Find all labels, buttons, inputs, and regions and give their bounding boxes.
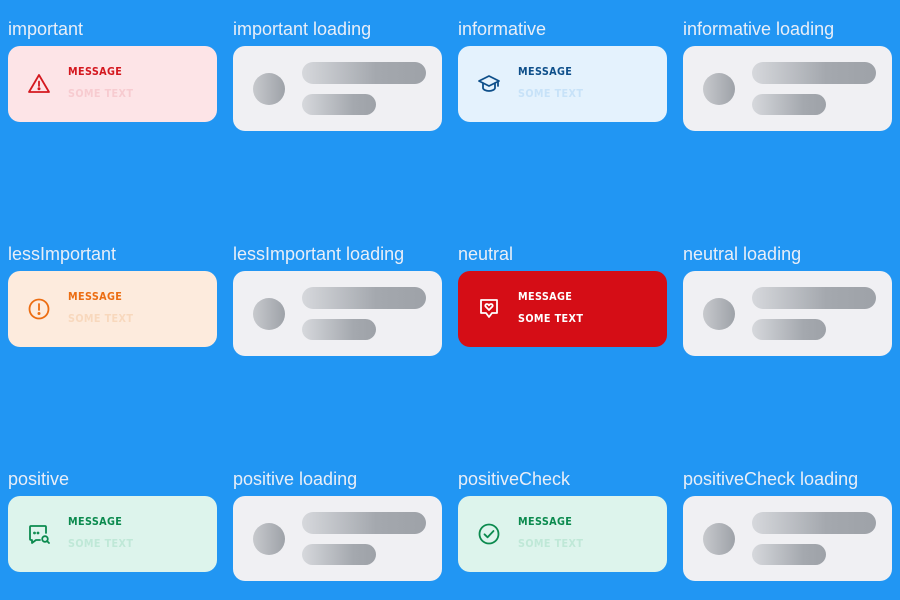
message-label: MESSAGE — [518, 516, 573, 528]
message-text: SOME TEXT — [518, 88, 584, 100]
message-text: SOME TEXT — [518, 313, 584, 325]
skeleton-card — [683, 496, 892, 581]
message-card-informative: MESSAGE SOME TEXT — [458, 46, 667, 122]
skeleton-line-long — [302, 512, 426, 534]
skeleton-line-short — [752, 544, 826, 565]
message-label: MESSAGE — [68, 516, 123, 528]
cell-title: important — [8, 19, 84, 39]
graduation-cap-icon — [477, 72, 501, 96]
message-text: SOME TEXT — [518, 538, 584, 550]
skeleton-line-long — [302, 287, 426, 309]
message-label: MESSAGE — [68, 291, 123, 303]
cell-title: neutral loading — [683, 244, 802, 264]
exclamation-circle-icon — [27, 297, 51, 321]
cell-title: informative loading — [683, 19, 835, 39]
message-label: MESSAGE — [518, 291, 573, 303]
message-card-important: MESSAGE SOME TEXT — [8, 46, 217, 122]
cell-title: positive — [8, 469, 70, 489]
skeleton-avatar — [703, 298, 735, 330]
message-card-less-important: MESSAGE SOME TEXT — [8, 271, 217, 347]
skeleton-line-short — [752, 94, 826, 115]
cell-title: informative — [458, 19, 547, 39]
cell-title: positiveCheck — [458, 469, 571, 489]
heart-shield-icon — [477, 297, 501, 321]
message-text: SOME TEXT — [68, 313, 134, 325]
skeleton-line-short — [302, 319, 376, 340]
cell-title: positive loading — [233, 469, 358, 489]
skeleton-avatar — [703, 523, 735, 555]
skeleton-avatar — [253, 298, 285, 330]
skeleton-card — [233, 46, 442, 131]
cell-title: lessImportant — [8, 244, 117, 264]
skeleton-avatar — [703, 73, 735, 105]
message-card-positive-check: MESSAGE SOME TEXT — [458, 496, 667, 572]
warning-triangle-icon — [27, 72, 51, 96]
skeleton-card — [683, 46, 892, 131]
skeleton-line-short — [302, 544, 376, 565]
skeleton-line-long — [752, 512, 876, 534]
check-circle-icon — [477, 522, 501, 546]
skeleton-avatar — [253, 73, 285, 105]
skeleton-line-long — [302, 62, 426, 84]
cell-title: lessImportant loading — [233, 244, 405, 264]
message-text: SOME TEXT — [68, 88, 134, 100]
cell-title: important loading — [233, 19, 372, 39]
message-card-neutral: MESSAGE SOME TEXT — [458, 271, 667, 347]
skeleton-card — [233, 496, 442, 581]
message-grid: important MESSAGE SOME TEXT important lo… — [0, 0, 900, 600]
message-label: MESSAGE — [68, 66, 123, 78]
skeleton-line-short — [752, 319, 826, 340]
message-label: MESSAGE — [518, 66, 573, 78]
skeleton-card — [233, 271, 442, 356]
skeleton-line-long — [752, 287, 876, 309]
cell-title: neutral — [458, 244, 514, 264]
cell-title: positiveCheck loading — [683, 469, 859, 489]
message-text: SOME TEXT — [68, 538, 134, 550]
skeleton-line-short — [302, 94, 376, 115]
chat-search-icon — [27, 522, 51, 546]
skeleton-avatar — [253, 523, 285, 555]
skeleton-line-long — [752, 62, 876, 84]
skeleton-card — [683, 271, 892, 356]
message-card-positive: MESSAGE SOME TEXT — [8, 496, 217, 572]
